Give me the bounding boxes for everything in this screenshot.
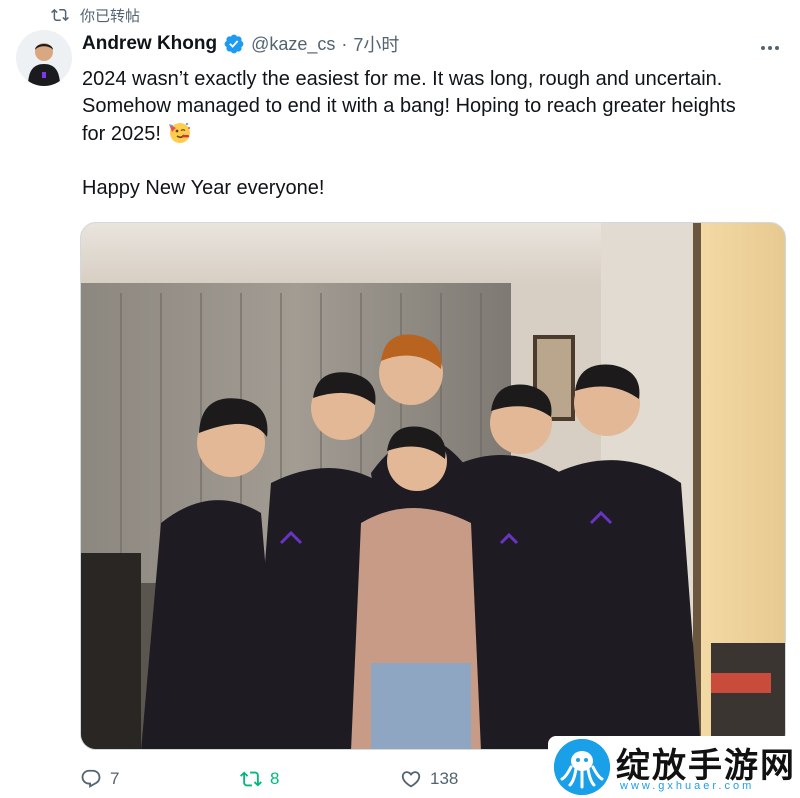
reply-icon [81,769,101,788]
reply-count: 7 [110,769,120,788]
verified-badge-icon [223,33,245,55]
retweet-context: 你已转帖 [50,4,140,26]
tweet-photo[interactable] [80,222,786,750]
like-button[interactable]: 138 [400,768,458,790]
tweet-line: for 2025! [82,120,782,148]
author-name[interactable]: Andrew Khong [82,33,217,55]
retweet-icon [240,771,262,787]
more-options-icon[interactable] [758,36,782,60]
tweet-header: Andrew Khong @kaze_cs · 7小时 [82,30,399,58]
tweet-line-text: for 2025! [82,123,161,145]
tweet-text: 2024 wasn’t exactly the easiest for me. … [82,66,782,202]
reply-button[interactable]: 7 [80,768,119,790]
octopus-logo-icon [554,739,610,795]
site-watermark: 绽放手游网 www.gxhuaer.com [548,736,800,798]
watermark-url: www.gxhuaer.com [620,780,755,792]
retweet-icon [50,5,70,25]
partying-face-icon [167,120,191,144]
tweet-line: 2024 wasn’t exactly the easiest for me. … [82,68,723,90]
separator-dot: · [341,33,348,54]
tweet-line: Somehow managed to end it with a bang! H… [82,95,736,117]
post-time[interactable]: 7小时 [353,31,399,57]
author-handle[interactable]: @kaze_cs [251,34,335,55]
like-count: 138 [430,769,459,788]
retweet-count: 8 [270,769,280,788]
heart-icon [401,771,421,788]
tweet-line: Happy New Year everyone! [82,177,325,199]
avatar[interactable] [16,30,72,86]
retweet-label: 你已转帖 [80,7,141,25]
retweet-button[interactable]: 8 [240,768,279,790]
